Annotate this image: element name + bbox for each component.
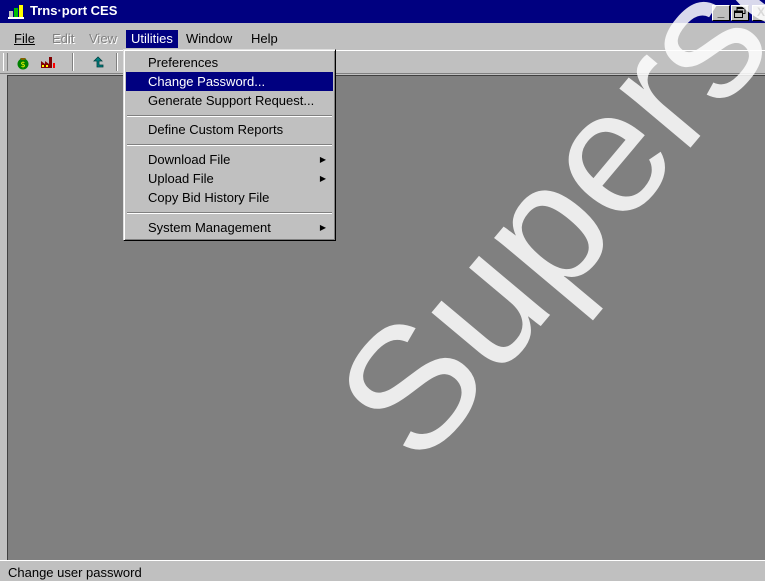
menu-edit-label: Edit [52, 31, 75, 46]
menu-item-label: Define Custom Reports [148, 122, 284, 137]
minimize-button[interactable]: _ [712, 5, 730, 21]
factory-button[interactable] [38, 53, 58, 71]
status-bar: Change user password [0, 560, 765, 581]
menu-item-label: Preferences [148, 55, 219, 70]
menu-separator [127, 144, 332, 146]
toolbar-separator [116, 53, 118, 71]
menu-edit[interactable]: Edit [47, 30, 79, 48]
menu-help-label: Help [251, 31, 278, 46]
menu-item-label: Change Password... [148, 74, 266, 89]
app-icon[interactable] [8, 4, 24, 19]
money-bag-button[interactable]: $ [13, 53, 33, 71]
menu-item-label: Generate Support Request... [148, 93, 315, 108]
toolbar-grip[interactable] [3, 53, 8, 71]
menu-item-generate-support-request[interactable]: Generate Support Request... [126, 91, 333, 110]
window-title: Trns·port CES [30, 3, 118, 18]
menu-item-upload-file[interactable]: Upload File ▶ [126, 169, 333, 188]
menu-item-system-management[interactable]: System Management ▶ [126, 218, 333, 237]
svg-text:$: $ [20, 60, 25, 69]
menu-view-label: View [89, 31, 117, 46]
menu-item-download-file[interactable]: Download File ▶ [126, 150, 333, 169]
menu-file-label: File [14, 31, 35, 46]
back-arrow-icon [93, 56, 104, 68]
menu-item-copy-bid-history-file[interactable]: Copy Bid History File [126, 188, 333, 207]
close-button[interactable]: X [752, 5, 765, 21]
menu-file[interactable]: File [9, 30, 40, 48]
back-button[interactable] [89, 53, 109, 71]
status-text: Change user password [8, 565, 142, 580]
menu-item-label: Copy Bid History File [148, 190, 270, 205]
submenu-arrow-icon: ▶ [319, 155, 326, 164]
menu-item-label: System Management [148, 220, 271, 235]
factory-icon [41, 57, 55, 68]
close-icon: X [756, 5, 765, 19]
toolbar: $ [0, 50, 765, 74]
menu-bar: File Edit View Utilities Window Help [0, 28, 765, 50]
money-bag-icon: $ [17, 58, 29, 70]
mdi-client-area [7, 75, 765, 560]
menu-item-preferences[interactable]: Preferences [126, 53, 333, 72]
minimize-icon: _ [717, 5, 725, 19]
menu-help[interactable]: Help [246, 30, 283, 48]
toolbar-separator [72, 53, 74, 71]
title-bar: Trns·port CES _ X [0, 0, 765, 23]
restore-icon [734, 7, 746, 18]
utilities-menu: Preferences Change Password... Generate … [123, 49, 336, 241]
menu-window[interactable]: Window [181, 30, 237, 48]
menu-utilities[interactable]: Utilities [126, 30, 178, 48]
menu-separator [127, 115, 332, 117]
menu-item-change-password[interactable]: Change Password... [126, 72, 333, 91]
menu-item-define-custom-reports[interactable]: Define Custom Reports [126, 120, 333, 139]
menu-item-label: Download File [148, 152, 231, 167]
menu-separator [127, 212, 332, 214]
restore-button[interactable] [731, 5, 749, 21]
menu-window-label: Window [186, 31, 233, 46]
menu-item-label: Upload File [148, 171, 214, 186]
submenu-arrow-icon: ▶ [319, 223, 326, 232]
submenu-arrow-icon: ▶ [319, 174, 326, 183]
menu-view[interactable]: View [84, 30, 122, 48]
menu-utilities-label: Utilities [131, 31, 173, 46]
